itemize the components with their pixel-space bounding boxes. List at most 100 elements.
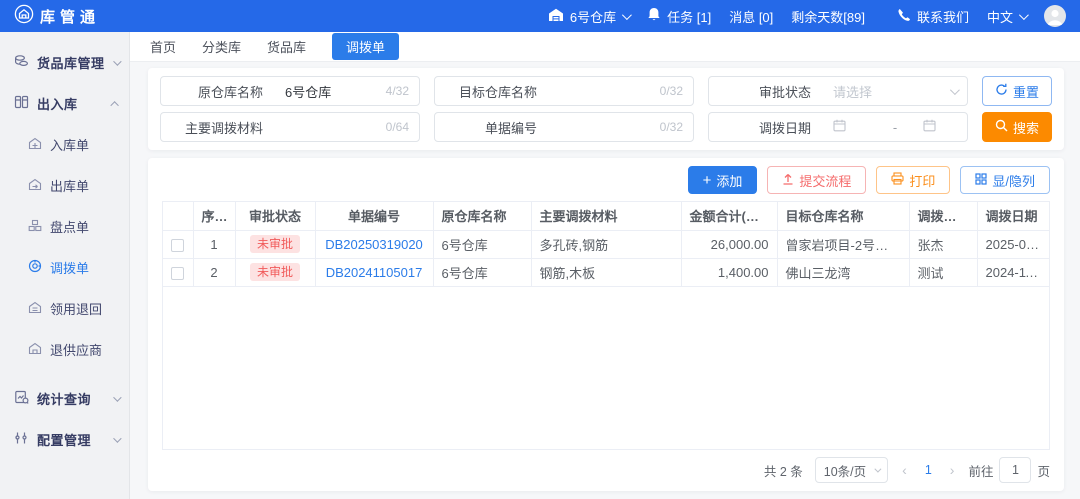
material-counter: 0/64 (385, 120, 409, 134)
next-page-button[interactable]: › (948, 462, 957, 478)
transfer-date-label: 调拨日期 (758, 120, 811, 136)
tab-goods-library[interactable]: 货品库 (267, 33, 306, 60)
reset-button-label: 重置 (1013, 84, 1040, 100)
page-tab-bar: 首页 分类库 货品库 调拨单 (130, 32, 1080, 62)
contact-us-label: 联系我们 (916, 9, 969, 25)
doc-number-link[interactable]: DB20250319020 (325, 237, 423, 252)
table-toolbar: + 添加 提交流程 打印 显/隐列 (162, 166, 1050, 194)
search-button-label: 搜索 (1013, 120, 1040, 136)
doc-number-field[interactable]: 单据编号 0/32 (434, 112, 694, 142)
sidebar-group-in-out[interactable]: 出入库 (0, 83, 129, 124)
tasks-link[interactable]: 任务 [1] (647, 7, 711, 26)
plus-icon: + (702, 171, 712, 189)
app-window: 库管通 6号仓库 任务 [1] 消息 [0] 剩余天数[89] 联系我们 中文 … (0, 0, 1080, 499)
doc-number-label: 单据编号 (484, 120, 537, 136)
sliders-icon (14, 431, 29, 448)
status-badge: 未审批 (249, 263, 300, 281)
report-chart-icon (14, 390, 29, 407)
days-remaining: 剩余天数[89] (791, 7, 865, 26)
col-seq: 序号 (193, 202, 236, 231)
material-field[interactable]: 主要调拨材料 0/64 (160, 112, 420, 142)
show-hide-columns-button[interactable]: 显/隐列 (960, 166, 1050, 194)
pagination-bar: 共 2 条 10条/页 ‹ 1 › 前往 页 (162, 457, 1050, 483)
row-checkbox[interactable] (171, 266, 185, 280)
tab-transfer-order[interactable]: 调拨单 (332, 33, 400, 60)
cell-seq: 2 (193, 258, 236, 287)
sidebar-item-stocktake[interactable]: 盘点单 (0, 206, 129, 247)
add-button[interactable]: + 添加 (687, 166, 758, 194)
house-arrow-in-icon (28, 137, 42, 153)
tab-home[interactable]: 首页 (150, 33, 176, 60)
brand: 库管通 (14, 4, 100, 29)
reset-button[interactable]: 重置 (982, 76, 1052, 106)
calendar-icon (923, 119, 936, 135)
origin-warehouse-input[interactable] (285, 83, 380, 99)
date-separator: - (892, 119, 898, 135)
refresh-icon (995, 83, 1008, 99)
date-end-input[interactable] (923, 119, 957, 135)
prev-page-button[interactable]: ‹ (900, 462, 909, 478)
bell-icon (647, 7, 661, 25)
tasks-label: 任务 [1] (667, 9, 712, 25)
sidebar-item-label: 入库单 (50, 138, 90, 153)
language-selector[interactable]: 中文 (987, 7, 1029, 26)
col-handler: 调拨办理人 (909, 202, 978, 231)
approval-status-select[interactable]: 请选择 (833, 82, 944, 101)
sidebar-item-return-supplier[interactable]: 退供应商 (0, 329, 129, 370)
sidebar-item-inbound[interactable]: 入库单 (0, 124, 129, 165)
contact-us-link[interactable]: 联系我们 (897, 7, 969, 26)
sidebar-item-transfer[interactable]: 调拨单 (0, 247, 129, 288)
search-button[interactable]: 搜索 (982, 112, 1052, 142)
sidebar-group-goods-library[interactable]: 货品库管理 (0, 42, 129, 83)
sidebar-item-label: 领用退回 (50, 302, 103, 317)
col-status: 审批状态 (235, 202, 316, 231)
goto-prefix: 前往 (968, 464, 994, 479)
col-amount: 金额合计(含税) (681, 202, 778, 231)
col-target: 目标仓库名称 (777, 202, 910, 231)
sidebar-group-label: 货品库管理 (37, 56, 105, 71)
target-warehouse-counter: 0/32 (659, 84, 683, 98)
cell-handler: 测试 (909, 258, 978, 287)
cell-material: 钢筋,木板 (531, 258, 682, 287)
sidebar-item-outbound[interactable]: 出库单 (0, 165, 129, 206)
doc-number-input[interactable] (559, 119, 654, 135)
sidebar-group-settings[interactable]: 配置管理 (0, 419, 129, 460)
cell-origin: 6号仓库 (433, 258, 532, 287)
transfer-orders-table: 序号 审批状态 单据编号 原仓库名称 主要调拨材料 金额合计(含税) 目标仓库名… (163, 202, 1049, 287)
search-icon (995, 119, 1008, 135)
target-warehouse-field[interactable]: 目标仓库名称 0/32 (434, 76, 694, 106)
sidebar-group-statistics[interactable]: 统计查询 (0, 378, 129, 419)
messages-link[interactable]: 消息 [0] (729, 7, 773, 26)
date-start-input[interactable] (833, 119, 867, 135)
house-return-icon (28, 301, 42, 317)
cell-amount: 26,000.00 (681, 230, 778, 259)
submit-flow-button[interactable]: 提交流程 (767, 166, 867, 194)
origin-warehouse-counter: 4/32 (385, 84, 409, 98)
cell-date: 2024-11-05 (977, 258, 1049, 287)
stacked-boxes-icon (14, 95, 29, 112)
material-input[interactable] (285, 119, 380, 135)
target-warehouse-input[interactable] (559, 83, 654, 99)
page-size-select[interactable]: 10条/页 (814, 457, 889, 483)
row-checkbox[interactable] (171, 238, 185, 252)
origin-warehouse-field[interactable]: 原仓库名称 4/32 (160, 76, 420, 106)
goto-page-input[interactable] (999, 457, 1032, 483)
user-avatar[interactable] (1044, 5, 1066, 27)
warehouse-selector[interactable]: 6号仓库 (548, 7, 632, 26)
filter-panel: 原仓库名称 4/32 目标仓库名称 0/32 审批状态 请选择 (148, 68, 1064, 150)
approval-status-field[interactable]: 审批状态 请选择 (708, 76, 968, 106)
total-count: 共 2 条 (763, 464, 803, 479)
target-warehouse-label: 目标仓库名称 (458, 84, 537, 100)
transfer-date-field[interactable]: 调拨日期 - (708, 112, 968, 142)
material-label: 主要调拨材料 (184, 120, 263, 136)
tab-category-library[interactable]: 分类库 (202, 33, 241, 60)
print-button[interactable]: 打印 (876, 166, 951, 194)
origin-warehouse-label: 原仓库名称 (197, 84, 263, 100)
print-button-label: 打印 (909, 173, 936, 189)
cell-origin: 6号仓库 (433, 230, 532, 259)
app-title: 库管通 (40, 8, 101, 26)
sidebar-item-requisition-return[interactable]: 领用退回 (0, 288, 129, 329)
current-page[interactable]: 1 (921, 463, 936, 477)
doc-number-link[interactable]: DB20241105017 (326, 265, 423, 280)
table-header-row: 序号 审批状态 单据编号 原仓库名称 主要调拨材料 金额合计(含税) 目标仓库名… (163, 202, 1049, 231)
